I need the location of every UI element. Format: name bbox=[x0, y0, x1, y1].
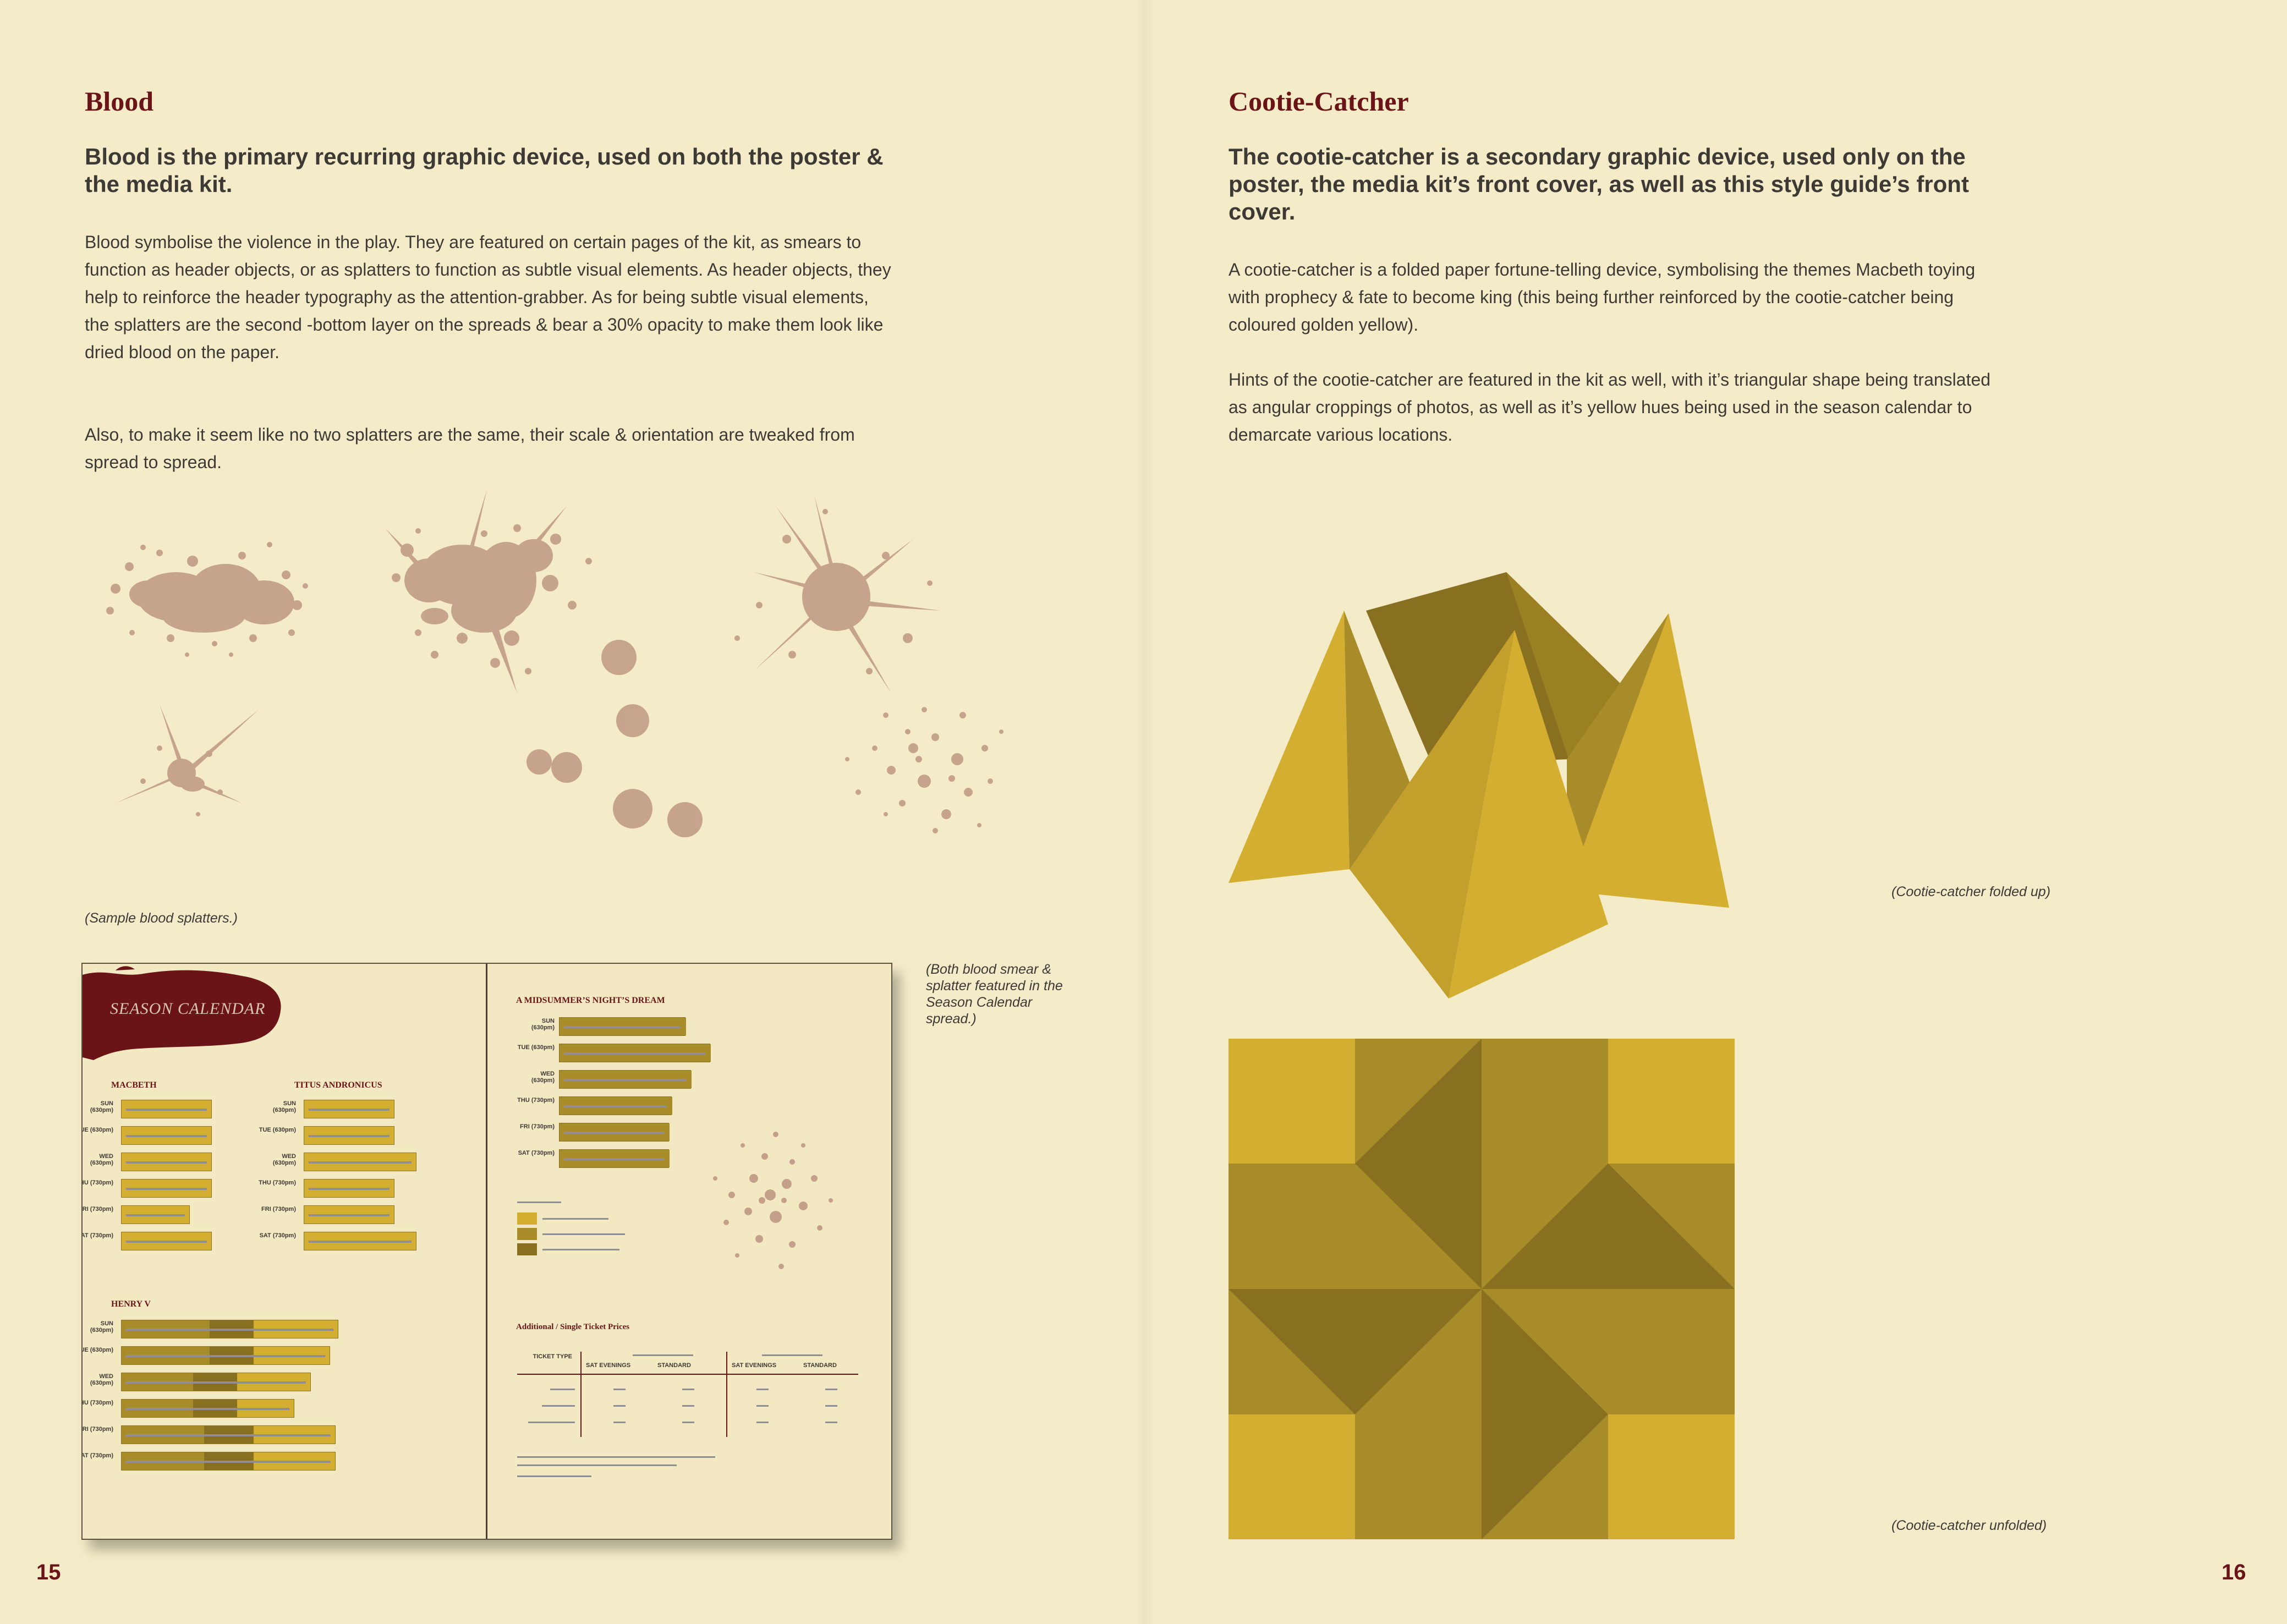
unfolded-caption: (Cootie-catcher unfolded) bbox=[1891, 1518, 2047, 1533]
sat-evenings-header: SAT EVENINGS bbox=[732, 1362, 777, 1369]
schedule-bar bbox=[121, 1232, 212, 1250]
season-calendar-title: SEASON CALENDAR bbox=[110, 1000, 266, 1018]
henry-label: HENRY V bbox=[111, 1299, 151, 1309]
splatter-splash-2 bbox=[385, 490, 703, 837]
splatter-spray-5 bbox=[845, 707, 1003, 833]
folded-caption: (Cootie-catcher folded up) bbox=[1891, 884, 2051, 899]
day-label: SAT (730pm) bbox=[518, 1150, 555, 1156]
midsummer-label: A MIDSUMMER’S NIGHT’S DREAM bbox=[516, 996, 665, 1005]
day-label: SAT (730pm) bbox=[81, 1452, 113, 1459]
day-label: WED (630pm) bbox=[90, 1153, 113, 1166]
schedule-bar bbox=[304, 1153, 416, 1171]
ticket-type-header: TICKET TYPE bbox=[533, 1353, 572, 1360]
schedule-bar bbox=[559, 1070, 692, 1089]
schedule-bar bbox=[121, 1425, 336, 1444]
splatter-caption: (Sample blood splatters.) bbox=[85, 910, 238, 926]
schedule-bar bbox=[559, 1123, 670, 1142]
day-label: SUN (630pm) bbox=[90, 1320, 113, 1334]
cootie-catcher-unfolded bbox=[1228, 1039, 1735, 1539]
schedule-bar bbox=[121, 1126, 212, 1145]
day-label: SAT (730pm) bbox=[259, 1232, 296, 1239]
cootie-catcher-folded bbox=[1228, 572, 1729, 998]
schedule-bar bbox=[304, 1100, 394, 1118]
day-label: THU (730pm) bbox=[259, 1179, 296, 1186]
blood-body-2: Also, to make it seem like no two splatt… bbox=[85, 425, 855, 472]
schedule-bar bbox=[559, 1044, 711, 1062]
day-label: SUN (630pm) bbox=[272, 1100, 296, 1113]
schedule-bar bbox=[304, 1205, 394, 1224]
schedule-bar bbox=[121, 1153, 212, 1171]
standard-header: STANDARD bbox=[803, 1362, 837, 1369]
cootie-catcher-body-1: A cootie-catcher is a folded paper fortu… bbox=[1228, 260, 1976, 334]
day-label: WED (630pm) bbox=[531, 1071, 555, 1084]
blood-lead: Blood is the primary recurring graphic d… bbox=[85, 144, 884, 197]
titus-label: TITUS ANDRONICUS bbox=[294, 1080, 382, 1090]
spread-caption: (Both blood smear & splatter featured in… bbox=[926, 962, 1063, 1027]
schedule-bar bbox=[121, 1452, 336, 1471]
sample-blood-splatters bbox=[106, 490, 1003, 837]
day-label: THU (730pm) bbox=[83, 1400, 113, 1406]
day-label: WED (630pm) bbox=[272, 1153, 296, 1166]
day-label: TUE (630pm) bbox=[517, 1044, 555, 1051]
day-label: FRI (730pm) bbox=[261, 1206, 296, 1212]
schedule-bar bbox=[304, 1179, 394, 1198]
macbeth-label: MACBETH bbox=[111, 1080, 157, 1090]
day-label: THU (730pm) bbox=[517, 1097, 555, 1104]
legend-swatch bbox=[517, 1212, 537, 1225]
spread-gutter bbox=[486, 964, 487, 1539]
day-label: FRI (730pm) bbox=[520, 1123, 555, 1130]
schedule-bar bbox=[121, 1346, 330, 1365]
splatter-small-4 bbox=[116, 704, 259, 816]
day-label: TUE (630pm) bbox=[83, 1127, 113, 1133]
blood-body-1: Blood symbolise the violence in the play… bbox=[85, 232, 891, 362]
standard-header: STANDARD bbox=[657, 1362, 691, 1369]
splatter-cluster-1 bbox=[106, 542, 308, 657]
page-number-right: 16 bbox=[2222, 1560, 2246, 1584]
spread-blood-splatter bbox=[713, 1132, 833, 1269]
blood-heading: Blood bbox=[85, 86, 154, 117]
schedule-bar bbox=[121, 1205, 190, 1224]
day-label: TUE (630pm) bbox=[83, 1347, 113, 1353]
schedule-bar bbox=[559, 1017, 686, 1036]
page-number-left: 15 bbox=[36, 1560, 61, 1584]
day-label: FRI (730pm) bbox=[81, 1426, 113, 1433]
sat-evenings-header: SAT EVENINGS bbox=[586, 1362, 631, 1369]
schedule-bar bbox=[121, 1100, 212, 1118]
day-label: SAT (730pm) bbox=[81, 1232, 113, 1239]
cootie-catcher-heading: Cootie-Catcher bbox=[1228, 86, 1409, 117]
legend-swatch bbox=[517, 1228, 537, 1240]
schedule-bar bbox=[559, 1149, 670, 1168]
day-label: FRI (730pm) bbox=[81, 1206, 113, 1212]
splatter-radial-3 bbox=[734, 495, 941, 693]
day-label: SUN (630pm) bbox=[90, 1100, 113, 1113]
ticket-prices-title: Additional / Single Ticket Prices bbox=[516, 1323, 630, 1331]
day-label: WED (630pm) bbox=[90, 1373, 113, 1386]
schedule-bar bbox=[121, 1320, 338, 1338]
cootie-catcher-lead: The cootie-catcher is a secondary graphi… bbox=[1228, 144, 1969, 224]
schedule-bar bbox=[559, 1096, 672, 1115]
schedule-bar bbox=[304, 1126, 394, 1145]
schedule-bar bbox=[304, 1232, 416, 1250]
day-label: THU (730pm) bbox=[83, 1179, 113, 1186]
day-label: TUE (630pm) bbox=[259, 1127, 296, 1133]
left-page: Blood Blood is the primary recurring gra… bbox=[0, 0, 1143, 1624]
schedule-bar bbox=[121, 1373, 311, 1391]
schedule-bar bbox=[121, 1399, 294, 1418]
schedule-bar bbox=[121, 1179, 212, 1198]
day-label: SUN (630pm) bbox=[531, 1018, 555, 1031]
right-page: Cootie-Catcher The cootie-catcher is a s… bbox=[1143, 0, 2286, 1624]
legend-swatch bbox=[517, 1243, 537, 1255]
season-calendar-spread: SEASON CALENDAR MACBETH SUN (630pm) TUE … bbox=[81, 963, 892, 1540]
cootie-catcher-body-2: Hints of the cootie-catcher are featured… bbox=[1228, 370, 1991, 445]
